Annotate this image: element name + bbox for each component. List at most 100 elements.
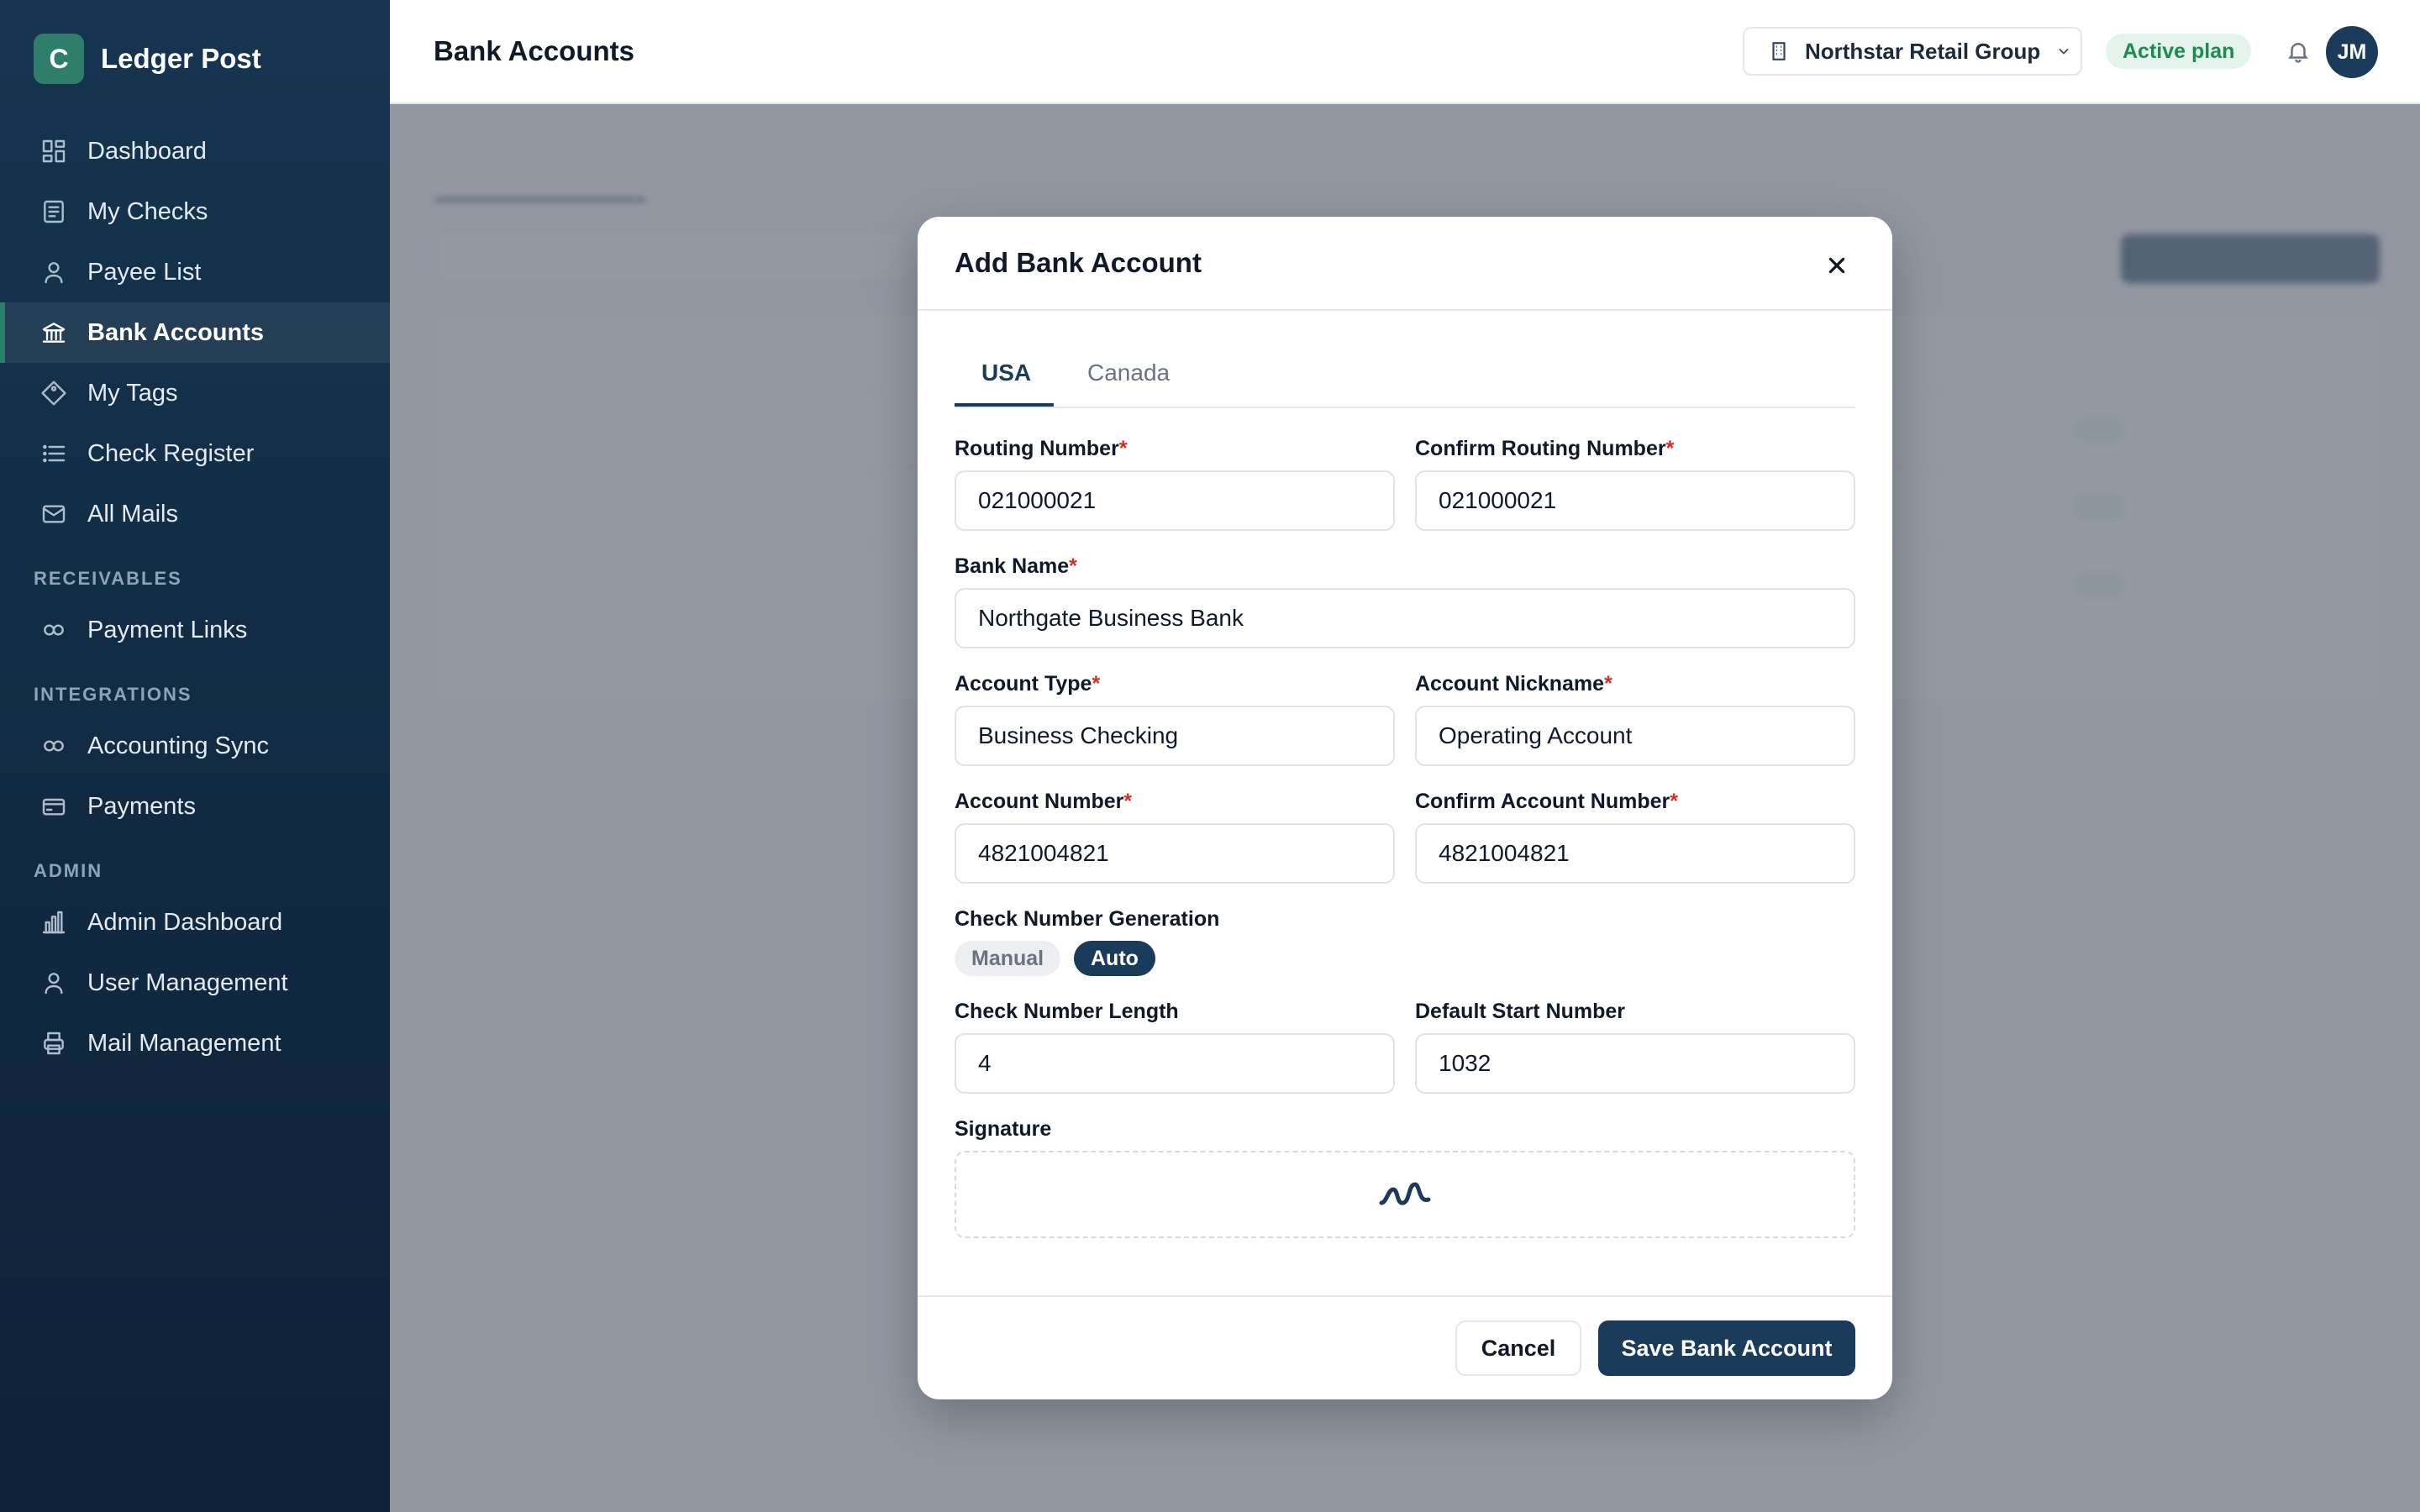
- sidebar-item-my-checks[interactable]: My Checks: [0, 181, 390, 242]
- sidebar-item-label: All Mails: [87, 500, 178, 528]
- check-document-icon: [40, 198, 67, 225]
- label-text: Confirm Account Number: [1415, 790, 1670, 813]
- sidebar-item-label: Payee List: [87, 258, 202, 286]
- sync-icon: [40, 732, 67, 759]
- label-text: Routing Number: [955, 437, 1119, 460]
- organization-selector[interactable]: Northstar Retail Group: [1743, 27, 2082, 76]
- sidebar-item-label: Bank Accounts: [87, 318, 265, 346]
- modal-footer-divider: [918, 1295, 1892, 1297]
- check-number-length-field[interactable]: 4: [955, 1033, 1395, 1094]
- section-integrations: INTEGRATIONS: [34, 684, 192, 705]
- required-marker: *: [1123, 790, 1133, 813]
- account-number-field[interactable]: 4821004821: [955, 823, 1395, 884]
- bell-icon[interactable]: [2286, 39, 2311, 64]
- user-avatar[interactable]: JM: [2326, 26, 2378, 78]
- signature-label: Signature: [955, 1117, 1052, 1141]
- mail-icon: [40, 501, 67, 528]
- dashboard-icon: [40, 138, 67, 165]
- required-marker: *: [1665, 437, 1675, 460]
- bank-name-field[interactable]: Northgate Business Bank: [955, 588, 1855, 648]
- required-marker: *: [1092, 672, 1101, 696]
- account-type-label: Account Type*: [955, 672, 1100, 696]
- check-generation-auto-option[interactable]: Auto: [1074, 941, 1155, 976]
- label-text: Account Nickname: [1415, 672, 1605, 696]
- check-generation-manual-option[interactable]: Manual: [955, 941, 1061, 976]
- required-marker: *: [1670, 790, 1678, 813]
- brand-name: Ledger Post: [101, 43, 261, 74]
- modal-title: Add Bank Account: [955, 247, 1202, 278]
- confirm-routing-number-label: Confirm Routing Number*: [1415, 437, 1674, 461]
- sidebar-item-all-mails[interactable]: All Mails: [0, 484, 390, 544]
- section-admin: ADMIN: [34, 860, 103, 881]
- link-icon: [40, 617, 67, 643]
- label-text: Account Number: [955, 790, 1124, 813]
- add-bank-account-modal: Add Bank Account USA Canada Routing Numb…: [918, 217, 1892, 1399]
- plan-status-badge: Active plan: [2106, 34, 2252, 69]
- user-icon: [40, 969, 67, 996]
- sidebar-item-payee-list[interactable]: Payee List: [0, 242, 390, 302]
- account-type-field[interactable]: Business Checking: [955, 706, 1395, 766]
- sidebar-item-label: Check Register: [87, 439, 255, 467]
- check-number-length-label: Check Number Length: [955, 1000, 1179, 1023]
- default-start-number-field[interactable]: 1032: [1415, 1033, 1855, 1094]
- required-marker: *: [1118, 437, 1128, 460]
- sidebar-item-accounting-sync[interactable]: Accounting Sync: [0, 716, 390, 776]
- tab-canada[interactable]: Canada: [1087, 360, 1170, 386]
- sidebar-item-label: My Checks: [87, 197, 208, 225]
- sidebar-item-label: My Tags: [87, 379, 178, 407]
- sidebar-item-label: Accounting Sync: [87, 732, 270, 759]
- tag-icon: [40, 380, 67, 407]
- section-receivables: RECEIVABLES: [34, 568, 182, 589]
- sidebar-item-user-management[interactable]: User Management: [0, 953, 390, 1013]
- sidebar-item-bank-accounts[interactable]: Bank Accounts: [0, 302, 390, 363]
- confirm-account-number-field[interactable]: 4821004821: [1415, 823, 1855, 884]
- save-bank-account-button[interactable]: Save Bank Account: [1598, 1320, 1855, 1376]
- label-text: Confirm Routing Number: [1415, 437, 1666, 460]
- sidebar-item-mail-management[interactable]: Mail Management: [0, 1013, 390, 1074]
- sidebar-item-admin-dashboard[interactable]: Admin Dashboard: [0, 892, 390, 953]
- bank-name-label: Bank Name*: [955, 554, 1077, 579]
- cancel-button[interactable]: Cancel: [1455, 1320, 1581, 1376]
- sidebar-item-payment-links[interactable]: Payment Links: [0, 600, 390, 660]
- organization-name: Northstar Retail Group: [1805, 38, 2041, 64]
- sidebar: C Ledger Post Dashboard My Checks Payee …: [0, 0, 390, 1512]
- confirm-routing-number-field[interactable]: 021000021: [1415, 470, 1855, 531]
- sidebar-item-label: Dashboard: [87, 137, 207, 165]
- close-icon[interactable]: [1822, 250, 1852, 281]
- printer-icon: [40, 1030, 67, 1057]
- account-nickname-field[interactable]: Operating Account: [1415, 706, 1855, 766]
- default-start-number-label: Default Start Number: [1415, 1000, 1626, 1023]
- building-icon: [1772, 42, 1786, 60]
- account-nickname-label: Account Nickname*: [1415, 672, 1612, 696]
- check-generation-label: Check Number Generation: [955, 907, 1220, 931]
- sidebar-item-label: Payment Links: [87, 616, 248, 643]
- modal-header-divider: [918, 309, 1892, 311]
- sidebar-item-check-register[interactable]: Check Register: [0, 423, 390, 484]
- country-tabs: USA Canada: [955, 344, 1855, 408]
- sidebar-item-my-tags[interactable]: My Tags: [0, 363, 390, 423]
- brand-logo: C: [34, 34, 84, 84]
- required-marker: *: [1069, 554, 1077, 578]
- tab-usa[interactable]: USA: [981, 360, 1031, 386]
- user-icon: [40, 259, 67, 286]
- page-title: Bank Accounts: [434, 35, 634, 66]
- sidebar-item-label: Admin Dashboard: [87, 908, 283, 936]
- bank-icon: [40, 319, 67, 346]
- sidebar-item-label: Mail Management: [87, 1029, 281, 1057]
- label-text: Bank Name: [955, 554, 1070, 578]
- chevron-down-icon: [2059, 48, 2069, 55]
- routing-number-label: Routing Number*: [955, 437, 1128, 461]
- bar-chart-icon: [40, 909, 67, 936]
- sidebar-item-payments[interactable]: Payments: [0, 776, 390, 837]
- signature-upload-area[interactable]: [955, 1151, 1855, 1238]
- active-tab-indicator: [955, 403, 1054, 407]
- sidebar-item-dashboard[interactable]: Dashboard: [0, 121, 390, 181]
- signature-icon: [1379, 1182, 1431, 1205]
- list-icon: [40, 440, 67, 467]
- account-number-label: Account Number*: [955, 790, 1132, 814]
- routing-number-field[interactable]: 021000021: [955, 470, 1395, 531]
- brand[interactable]: C Ledger Post: [34, 34, 261, 84]
- top-header: Bank Accounts Northstar Retail Group Act…: [390, 0, 2420, 104]
- required-marker: *: [1604, 672, 1612, 696]
- confirm-account-number-label: Confirm Account Number*: [1415, 790, 1678, 814]
